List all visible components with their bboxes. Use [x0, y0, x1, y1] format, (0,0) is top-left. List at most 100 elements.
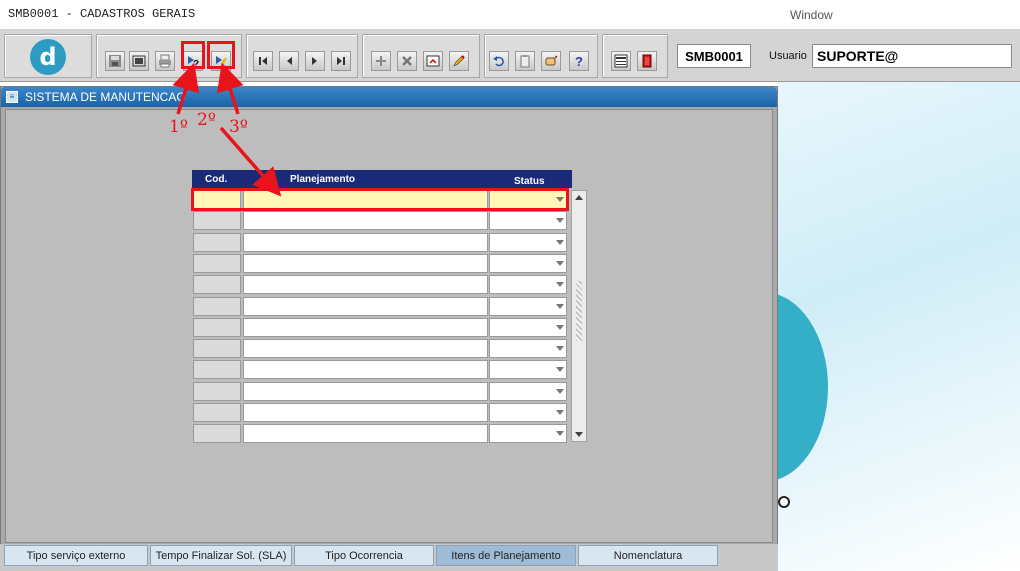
planejamento-field[interactable]	[243, 424, 488, 443]
chevron-down-icon[interactable]	[556, 367, 564, 372]
column-header-cod: Cod.	[205, 174, 228, 185]
planejamento-field[interactable]	[243, 382, 488, 401]
status-select[interactable]	[489, 190, 567, 209]
clipboard-icon[interactable]	[515, 51, 535, 71]
table-row	[192, 211, 568, 231]
table-row	[192, 382, 568, 402]
status-select[interactable]	[489, 403, 567, 422]
planejamento-field[interactable]	[243, 254, 488, 273]
chevron-down-icon[interactable]	[556, 304, 564, 309]
decorative-circle	[778, 292, 828, 482]
grid-scrollbar[interactable]	[571, 190, 587, 442]
edit-field-icon[interactable]	[449, 51, 469, 71]
decorative-dot	[778, 496, 790, 508]
tab-tempo-finalizar-sla[interactable]: Tempo Finalizar Sol. (SLA)	[150, 545, 292, 566]
cod-field[interactable]	[193, 275, 241, 294]
planejamento-field[interactable]	[243, 403, 488, 422]
status-select[interactable]	[489, 275, 567, 294]
delete-record-icon[interactable]	[397, 51, 417, 71]
previous-record-icon[interactable]	[279, 51, 299, 71]
scroll-down-icon[interactable]	[575, 432, 583, 437]
planejamento-field[interactable]	[243, 190, 488, 209]
cod-field[interactable]	[193, 254, 241, 273]
save-icon[interactable]	[105, 51, 125, 71]
planejamento-field[interactable]	[243, 360, 488, 379]
column-header-planejamento: Planejamento	[290, 174, 356, 185]
insert-record-icon[interactable]	[371, 51, 391, 71]
status-select[interactable]	[489, 318, 567, 337]
chevron-down-icon[interactable]	[556, 325, 564, 330]
chevron-down-icon[interactable]	[556, 389, 564, 394]
cod-field[interactable]	[193, 233, 241, 252]
scroll-grip[interactable]	[576, 281, 582, 341]
status-select[interactable]	[489, 360, 567, 379]
chevron-down-icon[interactable]	[556, 240, 564, 245]
hand-pointer-icon[interactable]	[541, 51, 561, 71]
cod-field[interactable]	[193, 339, 241, 358]
title-bar: SMB0001 - CADASTROS GERAIS Window	[0, 0, 1020, 28]
tab-itens-de-planejamento[interactable]: Itens de Planejamento	[436, 545, 576, 566]
cod-field[interactable]	[193, 382, 241, 401]
planejamento-field[interactable]	[243, 318, 488, 337]
table-row	[192, 233, 568, 253]
tab-tipo-ocorrencia[interactable]: Tipo Ocorrencia	[294, 545, 434, 566]
table-row	[192, 318, 568, 338]
chevron-down-icon[interactable]	[556, 431, 564, 436]
status-select[interactable]	[489, 382, 567, 401]
enter-query-icon[interactable]: ?	[183, 51, 203, 71]
status-select[interactable]	[489, 339, 567, 358]
window-icon[interactable]	[129, 51, 149, 71]
planejamento-field[interactable]	[243, 211, 488, 230]
window-title: SISTEMA DE MANUTENCAO	[25, 90, 186, 104]
annotation-step-3: 3º	[229, 117, 248, 137]
planejamento-field[interactable]	[243, 297, 488, 316]
tab-tipo-servico-externo[interactable]: Tipo serviço externo	[4, 545, 148, 566]
print-icon[interactable]	[155, 51, 175, 71]
undo-icon[interactable]	[489, 51, 509, 71]
user-field: SUPORTE@	[812, 44, 1012, 68]
tab-nomenclatura[interactable]: Nomenclatura	[578, 545, 718, 566]
status-select[interactable]	[489, 297, 567, 316]
last-record-icon[interactable]	[331, 51, 351, 71]
window-icon[interactable]: ≡	[6, 91, 18, 103]
list-values-icon[interactable]	[423, 51, 443, 71]
menu-icon[interactable]	[611, 51, 631, 71]
status-select[interactable]	[489, 424, 567, 443]
planejamento-field[interactable]	[243, 339, 488, 358]
cod-field[interactable]	[193, 403, 241, 422]
scroll-up-icon[interactable]	[575, 195, 583, 200]
logo-group: d	[4, 34, 92, 78]
table-row	[192, 254, 568, 274]
annotation-step-1: 1º	[169, 117, 188, 137]
table-row	[192, 190, 568, 210]
chevron-down-icon[interactable]	[556, 197, 564, 202]
navigation-group	[246, 34, 358, 78]
chevron-down-icon[interactable]	[556, 346, 564, 351]
exit-icon[interactable]	[637, 51, 657, 71]
help-icon[interactable]: ?	[569, 51, 589, 71]
cod-field[interactable]	[193, 190, 241, 209]
next-record-icon[interactable]	[305, 51, 325, 71]
planejamento-field[interactable]	[243, 233, 488, 252]
chevron-down-icon[interactable]	[556, 410, 564, 415]
window-menu[interactable]: Window	[790, 8, 833, 22]
status-select[interactable]	[489, 211, 567, 230]
cod-field[interactable]	[193, 211, 241, 230]
cod-field[interactable]	[193, 424, 241, 443]
toolbar: d ? ? SMB0001 Usuario SUPORTE@	[0, 28, 1020, 82]
user-label: Usuario	[769, 50, 807, 62]
status-select[interactable]	[489, 233, 567, 252]
first-record-icon[interactable]	[253, 51, 273, 71]
status-select[interactable]	[489, 254, 567, 273]
cod-field[interactable]	[193, 318, 241, 337]
chevron-down-icon[interactable]	[556, 282, 564, 287]
app-title: SMB0001 - CADASTROS GERAIS	[8, 7, 196, 21]
execute-query-icon[interactable]	[211, 51, 231, 71]
window-header: ≡ SISTEMA DE MANUTENCAO	[1, 87, 777, 107]
cod-field[interactable]	[193, 360, 241, 379]
chevron-down-icon[interactable]	[556, 218, 564, 223]
menu-exit-group	[602, 34, 668, 78]
planejamento-field[interactable]	[243, 275, 488, 294]
chevron-down-icon[interactable]	[556, 261, 564, 266]
cod-field[interactable]	[193, 297, 241, 316]
